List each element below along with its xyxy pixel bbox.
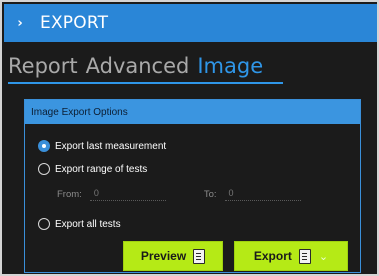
export-title: EXPORT xyxy=(40,13,109,33)
option-export-all-tests[interactable]: Export all tests xyxy=(38,218,121,230)
radio-selected-icon[interactable] xyxy=(38,140,50,152)
to-input[interactable]: 0 xyxy=(224,187,301,201)
panel-header: Image Export Options xyxy=(25,100,360,124)
export-header[interactable]: › EXPORT xyxy=(4,4,377,42)
document-icon xyxy=(298,248,311,264)
panel-title: Image Export Options xyxy=(31,106,128,118)
option-label: Export range of tests xyxy=(55,163,148,175)
export-label: Export xyxy=(253,249,292,263)
tab-advanced[interactable]: Advanced xyxy=(86,52,190,80)
option-label: Export all tests xyxy=(55,218,121,230)
chevron-down-icon[interactable]: ⌄ xyxy=(319,250,328,263)
radio-unselected-icon[interactable] xyxy=(38,218,50,230)
export-window: › EXPORT Report Advanced Image Image Exp… xyxy=(0,0,379,276)
option-export-range-of-tests[interactable]: Export range of tests xyxy=(38,163,147,175)
option-export-last-measurement[interactable]: Export last measurement xyxy=(38,140,166,152)
export-button[interactable]: Export ⌄ xyxy=(234,241,348,271)
test-range-fields: From: 0 To: 0 xyxy=(57,187,301,201)
tab-image[interactable]: Image xyxy=(197,52,263,80)
preview-button[interactable]: Preview xyxy=(123,241,223,271)
preview-label: Preview xyxy=(140,249,187,263)
radio-unselected-icon[interactable] xyxy=(38,163,50,175)
chevron-right-icon[interactable]: › xyxy=(4,16,36,31)
tab-report[interactable]: Report xyxy=(8,52,78,80)
document-icon xyxy=(193,248,206,264)
option-label: Export last measurement xyxy=(55,140,167,152)
from-input[interactable]: 0 xyxy=(89,187,166,201)
to-label: To: xyxy=(203,188,217,200)
tab-underline xyxy=(8,82,283,84)
from-label: From: xyxy=(57,188,82,200)
tab-bar: Report Advanced Image xyxy=(8,48,263,80)
